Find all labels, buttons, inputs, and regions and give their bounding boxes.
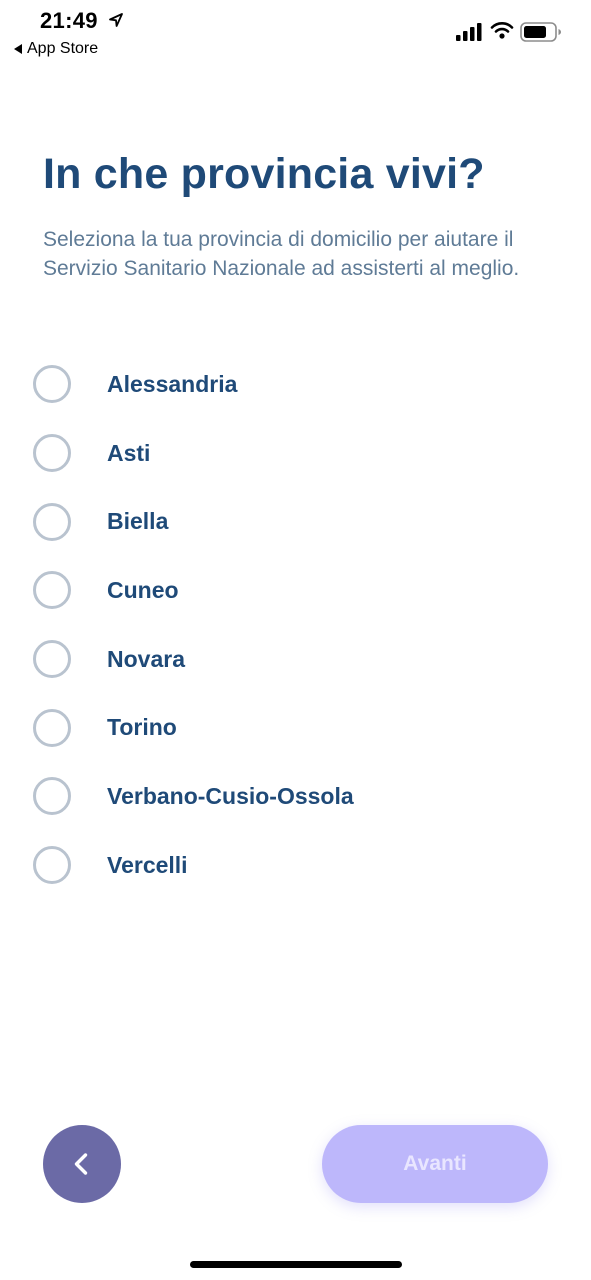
province-label: Asti bbox=[107, 439, 151, 466]
back-button[interactable] bbox=[43, 1125, 121, 1203]
radio-button[interactable] bbox=[33, 846, 71, 885]
province-option-cuneo[interactable]: Cuneo bbox=[33, 556, 573, 625]
status-bar: 21:49 App Store bbox=[0, 0, 591, 70]
province-option-alessandria[interactable]: Alessandria bbox=[33, 350, 573, 419]
status-time: 21:49 bbox=[40, 8, 98, 33]
province-label: Cuneo bbox=[107, 576, 179, 603]
province-option-verbano-cusio-ossola[interactable]: Verbano-Cusio-Ossola bbox=[33, 762, 573, 831]
province-label: Biella bbox=[107, 508, 169, 535]
radio-button[interactable] bbox=[33, 640, 71, 679]
radio-button[interactable] bbox=[33, 777, 71, 816]
battery-icon bbox=[520, 22, 561, 42]
location-arrow-icon bbox=[109, 13, 123, 27]
back-to-app-store-link[interactable]: App Store bbox=[14, 40, 98, 58]
chevron-left-icon bbox=[74, 1153, 88, 1175]
province-option-torino[interactable]: Torino bbox=[33, 693, 573, 762]
cellular-signal-icon bbox=[456, 23, 482, 41]
province-label: Vercelli bbox=[107, 851, 188, 878]
back-app-label: App Store bbox=[27, 40, 99, 57]
province-option-asti[interactable]: Asti bbox=[33, 419, 573, 488]
province-label: Verbano-Cusio-Ossola bbox=[107, 782, 354, 809]
next-button[interactable]: Avanti bbox=[322, 1125, 548, 1203]
radio-button[interactable] bbox=[33, 365, 71, 404]
province-option-biella[interactable]: Biella bbox=[33, 487, 573, 556]
province-options-list: Alessandria Asti Biella Cuneo Novara Tor… bbox=[33, 350, 573, 900]
province-label: Torino bbox=[107, 714, 177, 741]
wifi-icon bbox=[490, 22, 514, 39]
page-subtitle: Seleziona la tua provincia di domicilio … bbox=[43, 228, 520, 280]
province-label: Novara bbox=[107, 645, 185, 672]
province-option-vercelli[interactable]: Vercelli bbox=[33, 831, 573, 900]
home-indicator bbox=[190, 1261, 402, 1268]
radio-button[interactable] bbox=[33, 571, 71, 610]
province-label: Alessandria bbox=[107, 370, 238, 397]
radio-button[interactable] bbox=[33, 502, 71, 541]
page-title: In che provincia vivi? bbox=[43, 150, 485, 198]
radio-button[interactable] bbox=[33, 434, 71, 473]
radio-button[interactable] bbox=[33, 708, 71, 747]
back-triangle-icon bbox=[14, 44, 22, 54]
province-option-novara[interactable]: Novara bbox=[33, 625, 573, 694]
